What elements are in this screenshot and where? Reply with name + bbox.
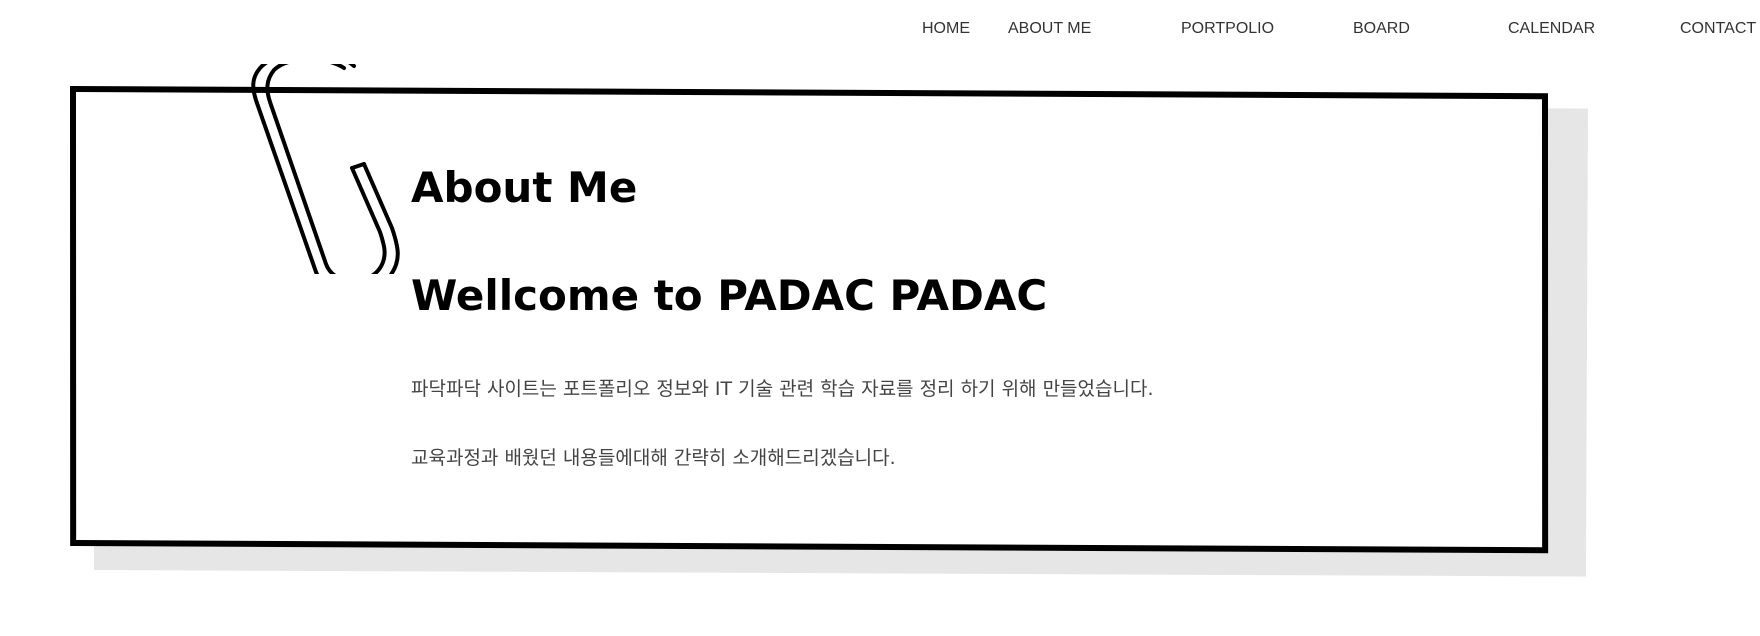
nav-portfolio[interactable]: PORTPOLIO <box>1181 14 1274 44</box>
course-paragraph: 교육과정과 배웠던 내용들에대해 간략히 소개해드리겠습니다. <box>411 447 896 469</box>
nav-about-me[interactable]: ABOUT ME <box>1008 14 1091 44</box>
nav-calendar[interactable]: CALENDAR <box>1508 14 1595 44</box>
content: About Me Wellcome to PADAC PADAC 파닥파닥 사이… <box>411 160 1411 471</box>
intro-paragraph: 파닥파닥 사이트는 포트폴리오 정보와 IT 기술 관련 학습 자료를 정리 하… <box>411 378 1154 400</box>
paperclip-icon <box>251 64 400 274</box>
nav-home[interactable]: HOME <box>922 14 970 44</box>
welcome-heading: Wellcome to PADAC PADAC <box>411 271 1048 320</box>
page-title: About Me <box>411 163 638 212</box>
nav-board[interactable]: BOARD <box>1353 14 1410 44</box>
nav-contact[interactable]: CONTACT <box>1680 14 1756 44</box>
page: HOME ABOUT ME PORTPOLIO BOARD CALENDAR C… <box>0 0 1760 636</box>
